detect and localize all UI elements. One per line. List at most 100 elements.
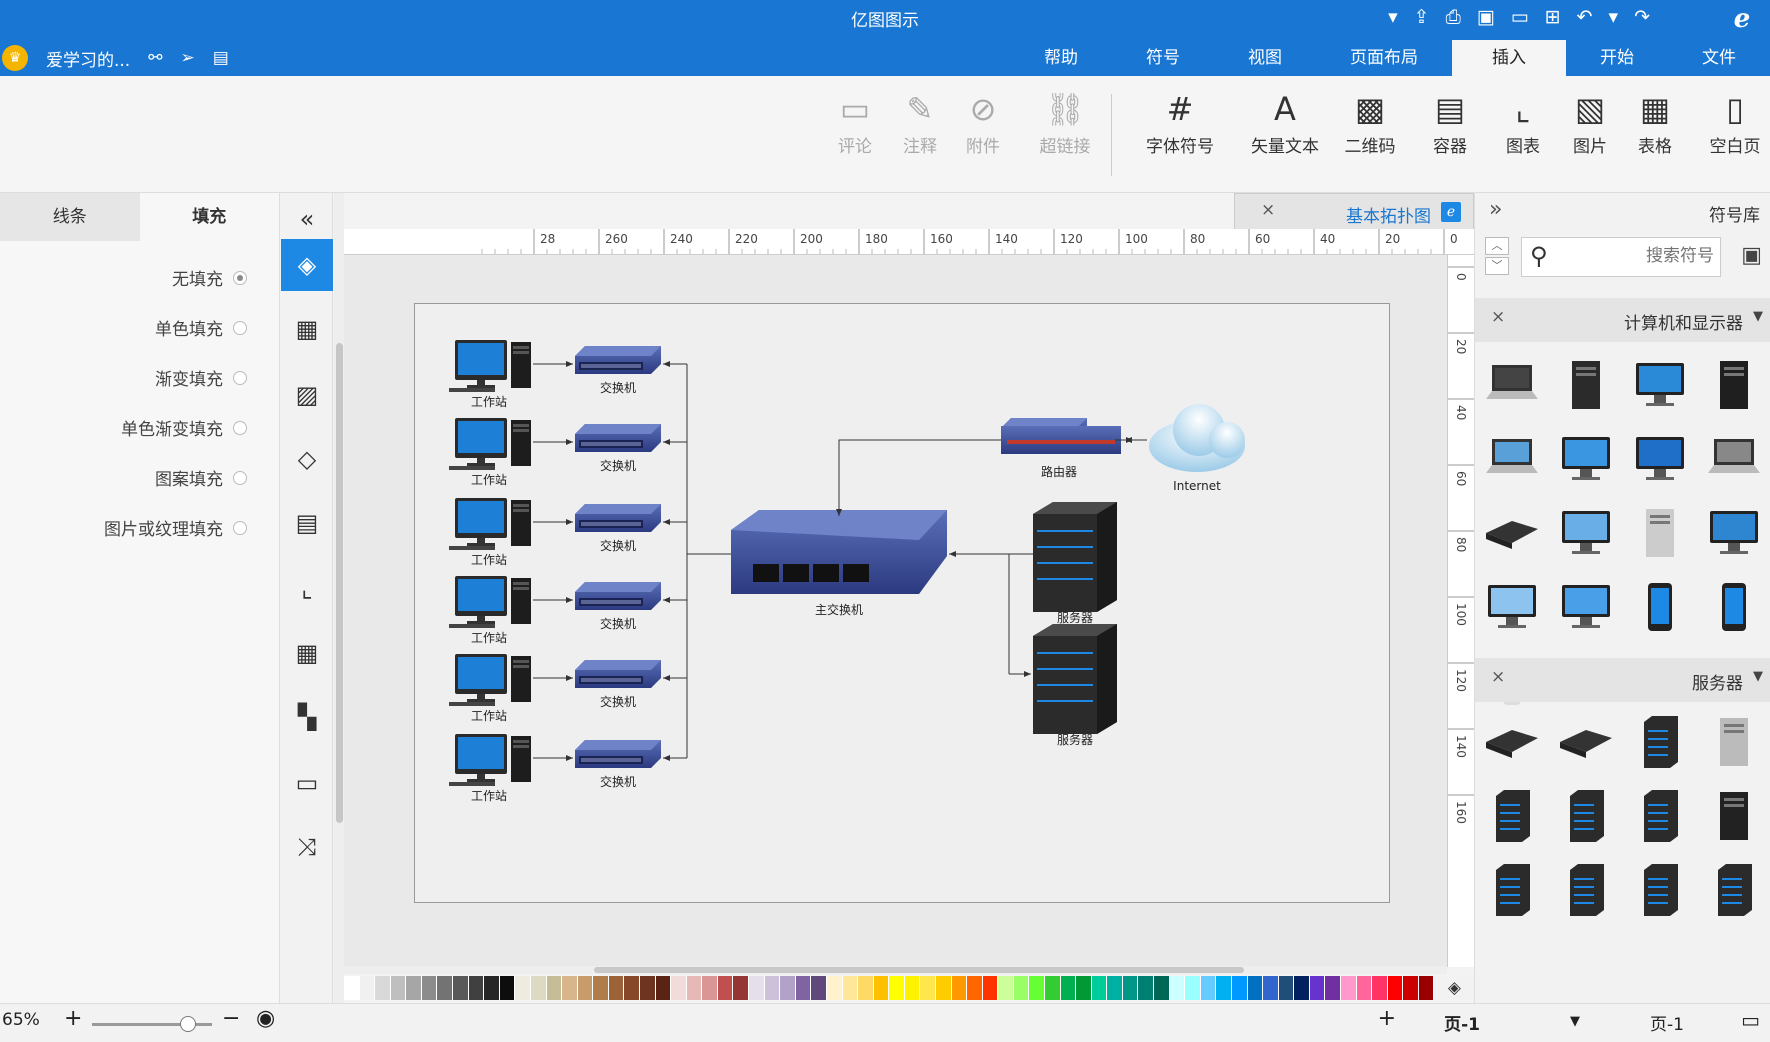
- radio-icon[interactable]: [233, 470, 247, 485]
- category-computers[interactable]: ▼ 计算机和显示器 ×: [1475, 298, 1770, 342]
- internet-cloud-node[interactable]: [1149, 404, 1245, 472]
- color-swatch[interactable]: [1154, 976, 1170, 1000]
- workstation-node[interactable]: [449, 734, 531, 786]
- color-swatch[interactable]: [873, 976, 890, 1000]
- color-swatch[interactable]: [1013, 976, 1030, 1000]
- workstation-node[interactable]: [449, 576, 531, 628]
- panel-scrollbar[interactable]: [334, 193, 344, 1003]
- color-swatch[interactable]: [951, 976, 968, 1000]
- color-swatch[interactable]: [967, 976, 983, 1000]
- color-swatch[interactable]: [1309, 976, 1326, 1000]
- library-shape[interactable]: [1623, 853, 1697, 927]
- library-shape[interactable]: [1475, 348, 1549, 422]
- document-icon[interactable]: ▤: [281, 497, 333, 549]
- color-swatch[interactable]: [1045, 976, 1061, 1000]
- save-icon[interactable]: ▣: [1477, 6, 1495, 28]
- color-swatch[interactable]: [1247, 976, 1264, 1000]
- blank-page-button[interactable]: ▯ 空白页: [1700, 88, 1770, 157]
- workstation-node[interactable]: [449, 418, 531, 470]
- dropdown-icon[interactable]: ▾: [1609, 6, 1619, 28]
- color-swatch[interactable]: [624, 976, 640, 1000]
- collapse-panel-icon[interactable]: »: [1489, 197, 1502, 222]
- color-swatch[interactable]: [1294, 976, 1310, 1000]
- color-swatch[interactable]: [344, 976, 360, 1000]
- undo-icon[interactable]: ↶: [1577, 6, 1593, 28]
- qrcode-button[interactable]: ▩ 二维码: [1335, 88, 1405, 157]
- radio-icon[interactable]: [233, 520, 247, 535]
- server-node[interactable]: [1033, 502, 1117, 612]
- color-swatch[interactable]: [421, 976, 438, 1000]
- color-swatch[interactable]: [359, 976, 376, 1000]
- color-swatch[interactable]: [390, 976, 407, 1000]
- library-shape[interactable]: [1549, 779, 1623, 853]
- library-shape[interactable]: [1475, 496, 1549, 570]
- chart-button[interactable]: ⌞ 图表: [1488, 88, 1558, 157]
- tab-page-layout[interactable]: 页面布局: [1316, 40, 1452, 76]
- fill-option-texture[interactable]: 图片或纹理填充: [104, 515, 247, 540]
- color-swatch[interactable]: [1185, 976, 1201, 1000]
- switch-node[interactable]: [575, 504, 661, 532]
- zoom-out-icon[interactable]: −: [222, 1006, 240, 1031]
- color-swatch[interactable]: [530, 976, 547, 1000]
- color-swatch[interactable]: [889, 976, 905, 1000]
- server-node[interactable]: [1033, 624, 1117, 734]
- color-swatch[interactable]: [515, 976, 531, 1000]
- export-icon[interactable]: ⇪: [1414, 6, 1430, 28]
- open-folder-icon[interactable]: ▭: [1511, 6, 1529, 28]
- switch-node[interactable]: [575, 660, 661, 688]
- zoom-in-icon[interactable]: +: [64, 1006, 82, 1031]
- color-swatch[interactable]: [1091, 976, 1108, 1000]
- share-icon[interactable]: ⚯: [148, 48, 162, 68]
- library-shape[interactable]: [1475, 570, 1549, 644]
- color-swatch[interactable]: [826, 976, 843, 1000]
- library-shape[interactable]: [1475, 779, 1549, 853]
- scrollbar-thumb[interactable]: [336, 343, 343, 823]
- diagram-page[interactable]: 工作站 交换机 工作站 交换机 工作站 交换机 工作站 交换机 工作站 交换机 工作站 交换机 主交换机…: [414, 303, 1390, 903]
- color-swatch[interactable]: [1107, 976, 1123, 1000]
- page-view-icon[interactable]: ▭: [1741, 1008, 1760, 1032]
- tab-file[interactable]: 文件: [1668, 40, 1770, 76]
- color-swatch[interactable]: [562, 976, 578, 1000]
- switch-node[interactable]: [575, 740, 661, 768]
- fill-option-none[interactable]: 无填充: [172, 265, 247, 290]
- color-swatch[interactable]: [1060, 976, 1077, 1000]
- color-swatch[interactable]: [1076, 976, 1092, 1000]
- redo-icon[interactable]: ↷: [1634, 6, 1650, 28]
- color-swatch[interactable]: [1387, 976, 1404, 1000]
- color-swatch[interactable]: [671, 976, 687, 1000]
- color-swatch[interactable]: [453, 976, 469, 1000]
- library-shape[interactable]: [1475, 853, 1549, 927]
- collapse-panel-icon[interactable]: «: [281, 193, 333, 245]
- close-icon[interactable]: ×: [1261, 200, 1275, 220]
- comment-button[interactable]: ▭ 评论: [820, 88, 890, 157]
- color-swatch[interactable]: [375, 976, 391, 1000]
- color-swatch[interactable]: [904, 976, 921, 1000]
- puzzle-icon[interactable]: ▚: [281, 691, 333, 743]
- library-shape[interactable]: [1549, 705, 1623, 779]
- attachment-button[interactable]: ⊘ 附件: [948, 88, 1018, 157]
- library-shape[interactable]: [1475, 705, 1549, 779]
- color-swatch[interactable]: [546, 976, 563, 1000]
- radio-icon[interactable]: [233, 420, 247, 435]
- color-swatch[interactable]: [749, 976, 765, 1000]
- color-swatch[interactable]: [982, 976, 999, 1000]
- color-swatch[interactable]: [811, 976, 827, 1000]
- user-name[interactable]: 爱学习的...: [46, 46, 130, 71]
- color-swatch[interactable]: [608, 976, 625, 1000]
- color-swatch[interactable]: [1356, 976, 1373, 1000]
- symbol-search[interactable]: ⚲: [1521, 237, 1721, 277]
- image-icon[interactable]: ▨: [281, 369, 333, 421]
- print-icon[interactable]: ⎙: [1446, 6, 1461, 28]
- close-icon[interactable]: ×: [1491, 307, 1505, 327]
- color-swatch[interactable]: [655, 976, 672, 1000]
- color-swatch[interactable]: [639, 976, 656, 1000]
- document-tab[interactable]: ℯ 基本拓扑图 ×: [1234, 193, 1474, 229]
- color-swatch[interactable]: [484, 976, 500, 1000]
- fill-option-gradient[interactable]: 渐变填充: [155, 365, 247, 390]
- radio-icon[interactable]: [233, 270, 247, 285]
- radio-icon[interactable]: [233, 370, 247, 385]
- switch-node[interactable]: [575, 346, 661, 374]
- color-swatch[interactable]: [1263, 976, 1279, 1000]
- scrollbar-thumb[interactable]: [594, 967, 1244, 973]
- layers-icon[interactable]: ◇: [281, 433, 333, 485]
